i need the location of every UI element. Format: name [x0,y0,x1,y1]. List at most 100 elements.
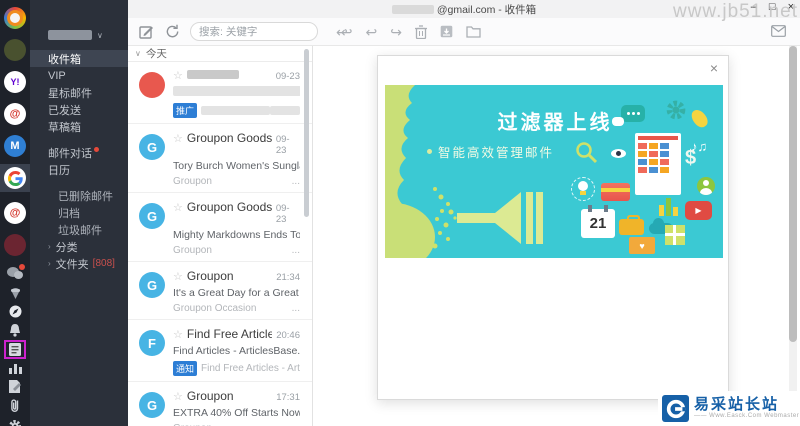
sidebar-item-starred[interactable]: 星标邮件 [30,84,128,101]
sidebar-item-trash[interactable]: 已删除邮件 [30,187,128,204]
envelope-icon [771,25,786,37]
sidebar-item-label: 已删除邮件 [58,188,113,204]
red-mail-account-icon-2[interactable]: @ [4,202,26,224]
sidebar-item-label: 收件箱 [48,51,81,67]
sidebar-item-drafts[interactable]: 草稿箱 [30,118,128,135]
red-mail-account-icon-1[interactable]: @ [4,103,26,125]
reply-all-button[interactable]: ↩↩ [336,25,345,39]
notebook-filter-icon-highlighted[interactable] [7,343,23,356]
folder-sidebar: ∨ 收件箱 VIP 星标邮件 已发送 草稿箱 邮件对话 日历 已删除邮件 归档 … [30,0,128,426]
acorn-icon[interactable] [7,286,23,299]
window-title-bar: @gmail.com - 收件箱 [128,0,800,18]
sidebar-item-folders[interactable]: ›文件夹[808] [30,255,128,272]
star-icon[interactable]: ☆ [173,328,183,341]
colorful-app-icon[interactable] [4,7,26,29]
settings-gear-icon[interactable] [7,419,23,426]
chevron-right-icon: › [48,259,51,268]
compass-icon[interactable] [7,305,23,318]
account-avatar-icon-1[interactable] [4,39,26,61]
more-indicator: ... [292,245,300,256]
chevron-down-icon: ∨ [97,31,103,40]
notice-badge: 通知 [173,361,197,376]
move-to-folder-button[interactable] [466,25,481,38]
notification-badge [19,264,25,270]
message-action-buttons: ↩↩ ↩ ↪ [336,25,481,39]
email-list-item[interactable]: G ☆Groupon21:34 It's a Great Day for a G… [128,262,312,320]
email-sender: Groupon [187,269,234,283]
scrollbar-thumb[interactable] [789,46,797,342]
email-list-item[interactable]: G ☆Groupon Goods09-23 Mighty Markdowns E… [128,193,312,262]
redacted-subject [173,86,300,96]
star-icon[interactable]: ☆ [173,69,183,82]
wechat-icon[interactable] [7,266,23,280]
chevron-down-icon: ∨ [135,49,141,58]
email-from: Groupon [173,176,212,187]
search-input[interactable] [190,22,318,41]
sender-avatar: G [139,203,165,229]
sidebar-item-sent[interactable]: 已发送 [30,101,128,118]
sidebar-item-spam[interactable]: 垃圾邮件 [30,221,128,238]
email-subject: EXTRA 40% Off Starts Now! [173,407,300,419]
bar-chart-icon [659,197,681,216]
sidebar-item-categories[interactable]: ›分类 [30,238,128,255]
compose-button[interactable] [139,24,154,39]
love-letter-icon: ♥ [629,237,655,254]
brand-name: 易采站长站 [694,397,799,414]
gift-box-icon [665,225,685,245]
sidebar-item-inbox[interactable]: 收件箱 [30,50,128,67]
sender-avatar [139,72,165,98]
hotmail-account-icon[interactable]: M [4,135,26,157]
email-subject: Find Articles - ArticlesBase.com [173,345,300,357]
more-indicator: ... [292,303,300,314]
email-sender: Groupon Goods [187,131,272,145]
star-icon[interactable]: ☆ [173,270,183,283]
minimize-button[interactable]: – [751,1,757,13]
email-date: 09-23 [272,71,300,82]
bell-icon[interactable] [7,324,23,337]
star-icon[interactable]: ☆ [173,132,183,145]
maximize-button[interactable]: □ [769,1,776,13]
sidebar-item-vip[interactable]: VIP [30,67,128,84]
email-list: ∨ 今天 ☆ 09-23 推广 G ☆Gro [128,46,313,426]
email-list-item[interactable]: G ☆Groupon17:31 EXTRA 40% Off Starts Now… [128,382,312,426]
date-group-header[interactable]: ∨ 今天 [128,46,312,62]
chevron-right-icon: › [48,242,51,251]
close-button[interactable]: × [788,1,794,13]
sidebar-item-calendar[interactable]: 日历 [30,161,128,178]
gmail-account-icon[interactable] [4,167,26,189]
list-scrollbar[interactable] [304,49,309,217]
sidebar-item-archive[interactable]: 归档 [30,204,128,221]
folder-icon [466,25,481,38]
account-selector[interactable]: ∨ [30,0,128,50]
email-list-item[interactable]: G ☆Groupon Goods09-23 Tory Burch Women's… [128,124,312,193]
reading-pane-scrollbar[interactable] [789,46,797,426]
delete-button[interactable] [415,25,427,39]
webpage-mockup-icon [635,133,681,195]
reply-button[interactable]: ↩ [365,25,377,39]
google-g-icon [8,171,23,186]
easck-logo-icon [662,395,689,422]
mark-read-toggle[interactable] [771,25,786,37]
dialog-close-button[interactable]: × [710,61,718,75]
bullet-dot [427,149,432,154]
paperclip-icon[interactable] [7,399,23,413]
mail-client-window: Y! @ M @ [0,0,800,426]
banner-subtitle: 智能高效管理邮件 [427,142,554,161]
email-date: 17:31 [272,392,300,403]
yahoo-mail-icon[interactable]: Y! [4,71,26,93]
star-icon[interactable]: ☆ [173,201,183,214]
refresh-button[interactable] [165,24,180,39]
sidebar-item-conversations[interactable]: 邮件对话 [30,144,128,161]
forward-button[interactable]: ↪ [390,25,402,39]
email-list-item[interactable]: F ☆Find Free Articles - Art...20:46 Find… [128,320,312,382]
stats-chart-icon[interactable] [7,362,23,374]
compose-icon [139,24,154,39]
account-avatar-icon-2[interactable] [4,234,26,256]
email-list-item[interactable]: ☆ 09-23 推广 [128,62,312,124]
star-icon[interactable]: ☆ [173,390,183,403]
archive-button[interactable] [440,25,453,38]
refresh-icon [165,24,180,39]
document-edit-icon[interactable] [7,380,23,393]
chat-bubble-icon [621,105,645,122]
email-subject: Tory Burch Women's Sunglasses, Vi... [173,160,300,172]
